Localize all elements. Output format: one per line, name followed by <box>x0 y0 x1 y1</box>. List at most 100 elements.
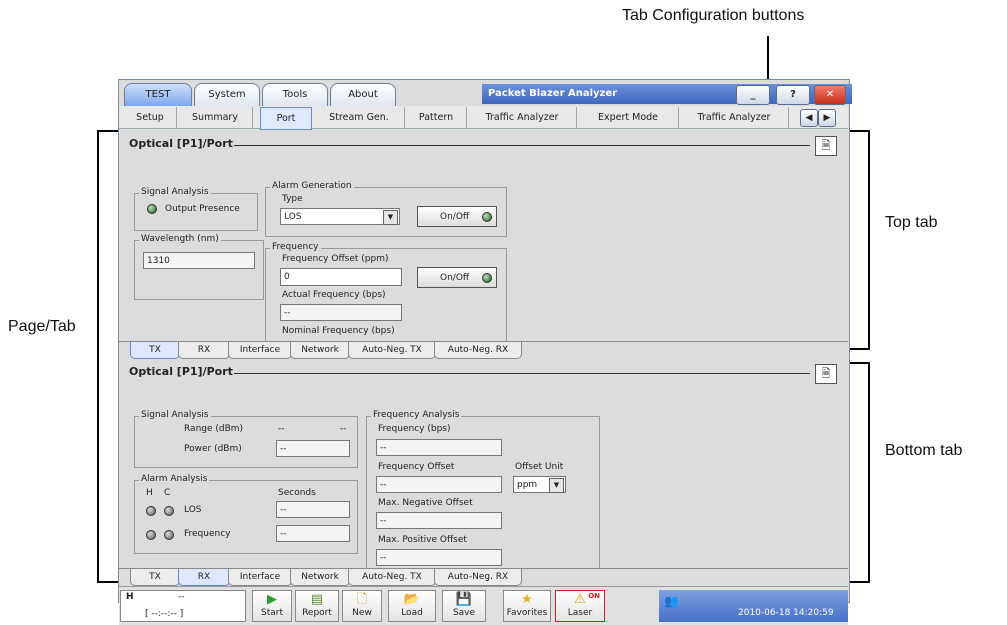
tab-scroll-right-icon[interactable]: ▶ <box>818 109 836 127</box>
alarm-onoff-button[interactable]: On/Off <box>417 206 497 227</box>
frequency-history-led-icon <box>146 530 156 540</box>
bottom-subtab-network[interactable]: Network <box>290 569 350 586</box>
bottom-tab-annotation: Bottom tab <box>885 442 963 459</box>
page-tab-pattern[interactable]: Pattern <box>406 107 467 128</box>
tab-about[interactable]: About <box>330 83 396 106</box>
top-panel-title: Optical [P1]/Port <box>129 137 233 150</box>
top-panel-rule <box>234 145 810 146</box>
tab-test[interactable]: TEST <box>124 83 192 106</box>
frequency-offset-label: Frequency Offset (ppm) <box>282 254 389 264</box>
offset-unit-value: ppm <box>517 480 538 490</box>
los-current-led-icon <box>164 506 174 516</box>
bottom-subtab-tx[interactable]: TX <box>130 569 180 586</box>
new-button[interactable]: 🗋 New <box>342 590 382 622</box>
report-icon: ▤ <box>310 592 324 607</box>
frequency-current-led-icon <box>164 530 174 540</box>
max-positive-offset-field: -- <box>376 549 502 566</box>
alarm-generation-legend: Alarm Generation <box>270 181 354 191</box>
tab-scroll-left-icon[interactable]: ◀ <box>800 109 818 127</box>
top-subtab-rx[interactable]: RX <box>178 342 230 359</box>
help-button[interactable]: ? <box>776 85 810 105</box>
start-button[interactable]: ▶ Start <box>252 590 292 622</box>
alarm-onoff-label: On/Off <box>440 212 470 222</box>
actual-frequency-label: Actual Frequency (bps) <box>282 290 386 300</box>
top-tab-annotation: Top tab <box>885 214 938 231</box>
status-h-value: -- <box>178 592 185 602</box>
page-tab-bracket <box>97 130 119 583</box>
top-signal-analysis-legend: Signal Analysis <box>139 187 211 197</box>
save-disk-icon: 💾 <box>455 592 473 607</box>
alarm-h-header: H <box>146 488 153 498</box>
range-value-1: -- <box>278 424 285 434</box>
bottom-panel-title: Optical [P1]/Port <box>129 365 233 378</box>
los-seconds-field: -- <box>276 501 350 518</box>
alarm-type-select[interactable]: LOS ▼ <box>280 208 400 225</box>
bottom-subtab-rx[interactable]: RX <box>178 569 230 586</box>
wavelength-legend: Wavelength (nm) <box>139 234 221 244</box>
top-subtab-autoneg-rx[interactable]: Auto-Neg. RX <box>434 342 522 359</box>
top-subtab-tx[interactable]: TX <box>130 342 180 359</box>
freq-bps-field: -- <box>376 439 502 456</box>
bottom-tab-bracket <box>848 362 870 583</box>
laser-button[interactable]: ⚠ Laser ON <box>555 590 605 622</box>
range-value-2: -- <box>340 424 347 434</box>
chevron-down-icon: ▼ <box>549 478 564 493</box>
frequency-offset-input[interactable]: 0 <box>280 268 402 286</box>
frequency-onoff-button[interactable]: On/Off <box>417 267 497 288</box>
laser-label: Laser <box>567 608 593 618</box>
actual-frequency-field: -- <box>280 304 402 321</box>
top-subtab-autoneg-tx[interactable]: Auto-Neg. TX <box>348 342 436 359</box>
tab-system[interactable]: System <box>194 83 260 106</box>
page-tab-setup[interactable]: Setup <box>124 107 177 128</box>
laser-on-badge: ON <box>588 592 600 600</box>
user-icon[interactable]: 👥 <box>664 594 679 608</box>
folder-icon: 📂 <box>403 592 421 607</box>
page-tab-stream-gen[interactable]: Stream Gen. <box>314 107 405 128</box>
page-tab-annotation: Page/Tab <box>8 318 76 335</box>
alarm-type-label: Type <box>282 194 303 204</box>
top-subtab-interface[interactable]: Interface <box>228 342 292 359</box>
top-tab-config-icon[interactable]: 🗎 <box>815 136 837 156</box>
alarm-onoff-led-icon <box>482 212 492 222</box>
alarm-analysis-legend: Alarm Analysis <box>139 474 210 484</box>
page-tab-expert-mode[interactable]: Expert Mode <box>578 107 679 128</box>
bottom-subtab-autoneg-tx[interactable]: Auto-Neg. TX <box>348 569 436 586</box>
page-tab-traffic-analyzer[interactable]: Traffic Analyzer <box>468 107 577 128</box>
alarm-c-header: C <box>164 488 171 498</box>
alarm-seconds-header: Seconds <box>278 488 316 498</box>
minimize-button[interactable]: _ <box>736 85 770 105</box>
freq-offset-label: Frequency Offset <box>378 462 455 472</box>
page-tab-port[interactable]: Port <box>260 107 312 130</box>
save-button[interactable]: 💾 Save <box>442 590 486 622</box>
max-positive-offset-label: Max. Positive Offset <box>378 535 467 545</box>
page-tab-traffic-analyzer-2[interactable]: Traffic Analyzer <box>680 107 789 128</box>
favorites-button[interactable]: ★ Favorites <box>503 590 551 622</box>
tab-tools[interactable]: Tools <box>262 83 328 106</box>
star-icon: ★ <box>521 592 533 607</box>
power-label: Power (dBm) <box>184 444 242 454</box>
bottom-subtab-interface[interactable]: Interface <box>228 569 292 586</box>
start-label: Start <box>261 608 283 618</box>
range-label: Range (dBm) <box>184 424 244 434</box>
nominal-frequency-label: Nominal Frequency (bps) <box>282 326 395 336</box>
new-file-icon: 🗋 <box>356 592 368 607</box>
offset-unit-select[interactable]: ppm ▼ <box>513 476 566 493</box>
frequency-seconds-field: -- <box>276 525 350 542</box>
load-button[interactable]: 📂 Load <box>388 590 436 622</box>
output-presence-label: Output Presence <box>165 204 240 214</box>
load-label: Load <box>401 608 423 618</box>
datetime-label: 2010-06-18 14:20:59 <box>738 608 834 618</box>
wavelength-field: 1310 <box>143 252 255 269</box>
bottom-subtab-autoneg-rx[interactable]: Auto-Neg. RX <box>434 569 522 586</box>
alarm-type-value: LOS <box>284 212 302 222</box>
bottom-panel-rule <box>234 373 810 374</box>
frequency-onoff-label: On/Off <box>440 273 470 283</box>
report-button[interactable]: ▤ Report <box>295 590 339 622</box>
close-button[interactable]: ✕ <box>814 85 846 105</box>
tab-config-annotation: Tab Configuration buttons <box>622 7 805 24</box>
bottom-tab-config-icon[interactable]: 🗎 <box>815 364 837 384</box>
top-subtab-network[interactable]: Network <box>290 342 350 359</box>
top-tab-bracket <box>848 130 870 350</box>
page-tab-summary[interactable]: Summary <box>178 107 253 128</box>
output-presence-led-icon <box>147 204 157 214</box>
